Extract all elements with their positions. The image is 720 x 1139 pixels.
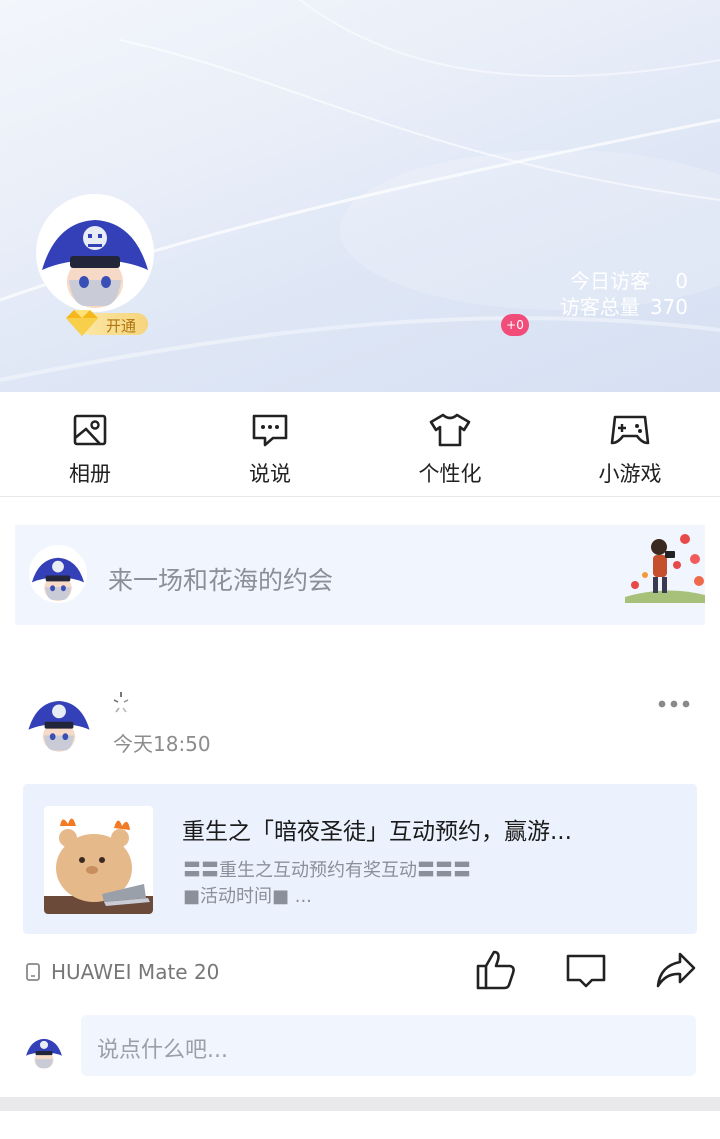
- reply-avatar: [24, 1030, 64, 1070]
- loading-spinner-icon: [113, 692, 129, 713]
- composer-prompt: 来一场和花海的约会: [108, 566, 334, 595]
- post-author-avatar[interactable]: [25, 686, 93, 754]
- post-composer[interactable]: 来一场和花海的约会: [15, 525, 705, 625]
- device-name: HUAWEI Mate 20: [51, 960, 220, 984]
- composer-avatar: [29, 545, 87, 603]
- more-options-icon[interactable]: [656, 696, 692, 712]
- comment-icon[interactable]: [564, 948, 608, 992]
- diamond-icon: [66, 310, 98, 336]
- nav-item-album[interactable]: 相册: [0, 392, 180, 496]
- nav-item-label: 小游戏: [598, 462, 662, 486]
- like-thumb-icon[interactable]: [474, 948, 518, 992]
- nav-item-personalize[interactable]: 个性化: [360, 392, 540, 496]
- photo-album-icon: [73, 414, 107, 446]
- phone-icon: [26, 963, 40, 981]
- avatar-character-icon: [28, 700, 90, 752]
- vip-open-badge[interactable]: 开通: [62, 308, 152, 338]
- tshirt-icon: [429, 413, 471, 447]
- visitors-total-count: 370: [649, 295, 688, 319]
- visitor-stats[interactable]: 今日访客 0 访客总量 370: [560, 268, 688, 320]
- flower-illustration-icon: [625, 534, 705, 603]
- share-card-desc-line1: 〓〓重生之互动预约有奖互动〓〓〓: [183, 860, 471, 881]
- shared-link-card[interactable]: 重生之「暗夜圣徒」互动预约，赢游... 〓〓重生之互动预约有奖互动〓〓〓 ■活动…: [23, 784, 697, 934]
- post-device-info: HUAWEI Mate 20: [25, 960, 219, 984]
- profile-avatar[interactable]: [36, 194, 154, 312]
- nav-item-moments[interactable]: 说说: [180, 392, 360, 496]
- avatar-character-icon: [31, 557, 85, 602]
- share-card-title: 重生之「暗夜圣徒」互动预约，赢游...: [182, 819, 572, 845]
- profile-banner: 开通 今日访客 0 访客总量 370 +0: [0, 0, 720, 392]
- share-arrow-icon[interactable]: [654, 948, 698, 992]
- bear-laptop-icon: [44, 818, 153, 914]
- visitors-today-label: 今日访客: [570, 269, 650, 293]
- nav-item-label: 个性化: [418, 462, 482, 486]
- quick-nav: 相册 说说 个性化 小游戏: [0, 392, 720, 497]
- visitors-today-count: 0: [675, 269, 688, 293]
- nav-item-games[interactable]: 小游戏: [540, 392, 720, 496]
- new-badge[interactable]: +0: [501, 314, 529, 336]
- nav-item-label: 说说: [249, 462, 291, 486]
- section-divider: [0, 1097, 720, 1111]
- share-thumbnail: [44, 806, 153, 914]
- avatar-character-icon: [26, 1038, 62, 1069]
- share-card-desc-line2: ■活动时间■ ...: [183, 886, 312, 907]
- visitors-total-label: 访客总量: [559, 295, 640, 319]
- avatar-character-icon: [42, 220, 148, 308]
- comment-input-placeholder: 说点什么吧...: [97, 1038, 228, 1063]
- gamepad-icon: [610, 415, 650, 445]
- nav-item-label: 相册: [69, 462, 111, 486]
- message-bubble-icon: [252, 414, 288, 447]
- post-timestamp: 今天18:50: [113, 732, 211, 756]
- vip-open-label: 开通: [106, 317, 137, 335]
- comment-input[interactable]: 说点什么吧...: [81, 1015, 696, 1076]
